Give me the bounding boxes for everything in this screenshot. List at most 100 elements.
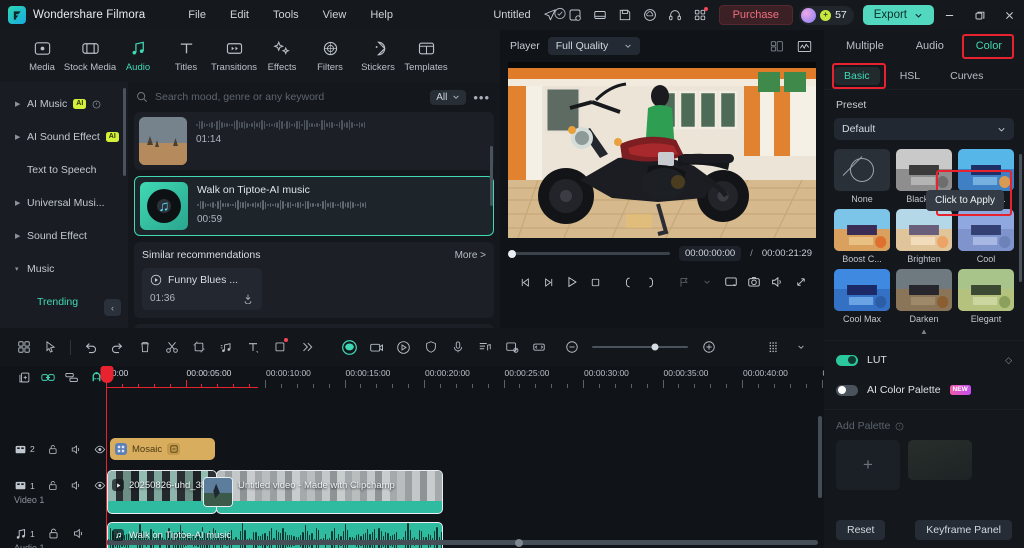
- import-icon[interactable]: [588, 0, 613, 30]
- purchase-button[interactable]: Purchase: [719, 5, 793, 25]
- layout-grid-icon[interactable]: [10, 334, 37, 360]
- scope-icon[interactable]: [794, 37, 814, 55]
- more-tools-icon[interactable]: [293, 334, 320, 360]
- sidebar-item-universal-music[interactable]: ▶ Universal Musi...: [7, 188, 121, 218]
- save-as-icon[interactable]: [613, 0, 638, 30]
- preset-darken[interactable]: Darken: [896, 269, 952, 324]
- clip-video-2[interactable]: Untitled video - Made with Clipchamp: [216, 470, 443, 514]
- scroll-handle[interactable]: [515, 539, 523, 547]
- keyframe-diamond-icon[interactable]: ◇: [1005, 355, 1012, 366]
- clip-mosaic[interactable]: Mosaic: [110, 438, 215, 460]
- list-item[interactable]: ♫ Walk on Tiptoe-AI music 00:59: [134, 176, 494, 236]
- lock-icon[interactable]: [47, 527, 60, 540]
- crop-icon[interactable]: [185, 334, 212, 360]
- menu-edit[interactable]: Edit: [219, 6, 260, 24]
- delete-icon[interactable]: [131, 334, 158, 360]
- markers-button[interactable]: [673, 271, 696, 293]
- shield-icon[interactable]: [417, 334, 444, 360]
- menu-help[interactable]: Help: [359, 6, 404, 24]
- track-view-options-icon[interactable]: [760, 334, 787, 360]
- tab-audio-props[interactable]: Audio: [910, 37, 950, 55]
- sidebar-scrollbar[interactable]: [123, 88, 126, 176]
- play-button[interactable]: [560, 271, 583, 293]
- lut-toggle[interactable]: [836, 355, 858, 366]
- ai-color-palette-toggle[interactable]: [836, 385, 858, 396]
- maximize-button[interactable]: [964, 0, 994, 30]
- group-clips-icon[interactable]: [62, 368, 82, 386]
- undo-icon[interactable]: [77, 334, 104, 360]
- fullscreen-display-button[interactable]: [719, 271, 742, 293]
- sidebar-item-sound-effect[interactable]: ▶ Sound Effect: [7, 221, 121, 251]
- auto-reframe-icon[interactable]: [498, 334, 525, 360]
- menu-view[interactable]: View: [312, 6, 358, 24]
- timeline-vertical-scrollbar[interactable]: [818, 416, 822, 498]
- audio-detach-icon[interactable]: [212, 334, 239, 360]
- subtab-curves[interactable]: Curves: [940, 67, 993, 85]
- sidebar-item-ai-sound-effect[interactable]: ▶ AI Sound Effect AI: [7, 122, 121, 152]
- sidebar-item-text-to-speech[interactable]: Text to Speech: [7, 155, 121, 185]
- preset-cool[interactable]: Cool: [958, 209, 1014, 264]
- next-frame-button[interactable]: [537, 271, 560, 293]
- send-icon[interactable]: [538, 0, 563, 30]
- preset-select[interactable]: Default: [834, 118, 1014, 140]
- credits-badge[interactable]: + 57: [799, 6, 854, 25]
- preset-cool-max[interactable]: Cool Max: [834, 269, 890, 324]
- subtab-hsl[interactable]: HSL: [890, 67, 930, 85]
- track-options-dropdown-icon[interactable]: [787, 334, 814, 360]
- add-track-icon[interactable]: [14, 368, 34, 386]
- volume-button[interactable]: [766, 271, 789, 293]
- redo-icon[interactable]: [104, 334, 131, 360]
- menu-tools[interactable]: Tools: [262, 6, 310, 24]
- tab-audio[interactable]: Audio: [114, 39, 162, 73]
- list-scrollbar[interactable]: [490, 146, 493, 206]
- tab-multiple[interactable]: Multiple: [840, 37, 890, 55]
- playhead-handle[interactable]: [100, 366, 113, 383]
- preset-none[interactable]: None: [834, 149, 890, 204]
- list-item[interactable]: 01:14: [134, 112, 494, 170]
- mask-icon[interactable]: [266, 334, 293, 360]
- subtab-basic[interactable]: Basic: [834, 67, 880, 85]
- more-options-icon[interactable]: •••: [473, 90, 490, 105]
- preset-boost-color[interactable]: Boost C...: [834, 209, 890, 264]
- zoom-in-icon[interactable]: [695, 334, 722, 360]
- add-palette-button[interactable]: +: [836, 440, 900, 490]
- split-view-icon[interactable]: [767, 37, 787, 55]
- tab-stock-media[interactable]: Stock Media: [66, 39, 114, 73]
- sidebar-item-ai-music[interactable]: ▶ AI Music AI: [7, 89, 121, 119]
- record-camera-icon[interactable]: [363, 334, 390, 360]
- tab-transitions[interactable]: Transitions: [210, 39, 258, 73]
- quality-dropdown[interactable]: Full Quality: [548, 37, 641, 55]
- palette-thumbnail[interactable]: [908, 440, 972, 480]
- close-button[interactable]: [994, 0, 1024, 30]
- keyframe-panel-button[interactable]: Keyframe Panel: [915, 520, 1012, 540]
- screen-record-icon[interactable]: [390, 334, 417, 360]
- snapshot-button[interactable]: [742, 271, 765, 293]
- selection-tool-icon[interactable]: [37, 334, 64, 360]
- audio-mixer-icon[interactable]: [471, 334, 498, 360]
- preset-brighten[interactable]: Brighten: [896, 209, 952, 264]
- mute-icon[interactable]: [72, 527, 85, 540]
- tab-stickers[interactable]: Stickers: [354, 39, 402, 73]
- sidebar-item-music[interactable]: ▾ Music: [7, 254, 121, 284]
- collapse-sidebar-button[interactable]: ‹: [104, 299, 121, 316]
- tab-media[interactable]: Media: [18, 39, 66, 73]
- tab-templates[interactable]: Templates: [402, 39, 450, 73]
- microphone-icon[interactable]: [444, 334, 471, 360]
- tab-effects[interactable]: Effects: [258, 39, 306, 73]
- tab-color[interactable]: Color: [970, 37, 1008, 55]
- video-preview[interactable]: [508, 62, 816, 238]
- lock-icon[interactable]: [47, 479, 59, 492]
- prev-frame-button[interactable]: [514, 271, 537, 293]
- zoom-slider[interactable]: [592, 346, 688, 348]
- lock-icon[interactable]: [47, 443, 59, 456]
- apps-grid-icon[interactable]: [688, 0, 713, 30]
- fit-timeline-icon[interactable]: [525, 334, 552, 360]
- mute-icon[interactable]: [70, 443, 82, 456]
- split-scissors-icon[interactable]: [158, 334, 185, 360]
- zoom-slider-handle[interactable]: [652, 344, 659, 351]
- minimize-button[interactable]: [934, 0, 964, 30]
- timeline-ruler[interactable]: 00:0000:00:05:0000:00:10:0000:00:15:0000…: [106, 366, 824, 388]
- headphones-icon[interactable]: [663, 0, 688, 30]
- reset-button[interactable]: Reset: [836, 520, 885, 540]
- zoom-out-icon[interactable]: [558, 334, 585, 360]
